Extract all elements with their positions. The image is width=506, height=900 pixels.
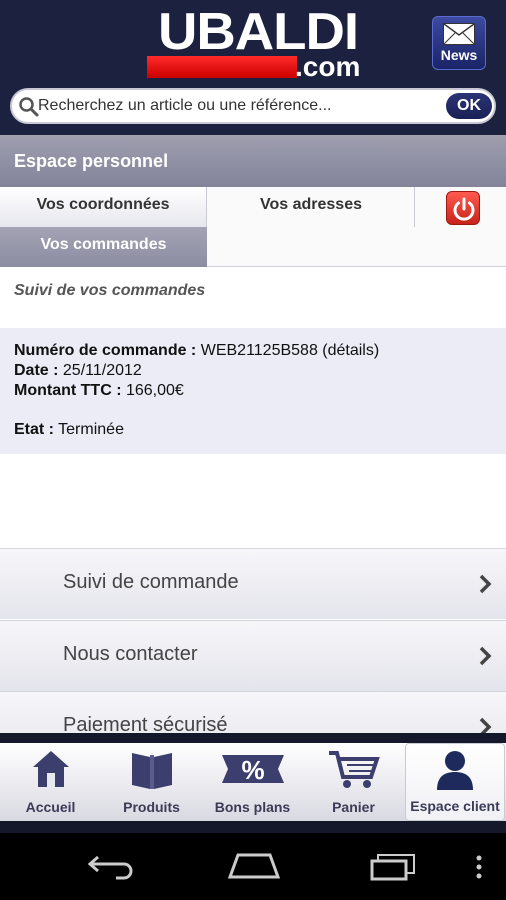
order-amount-value: 166,00€ <box>125 382 184 399</box>
ubaldi-logo[interactable]: UBALDI .com <box>145 6 371 82</box>
overflow-menu-icon[interactable] <box>474 855 484 881</box>
logo-red-bar <box>147 56 297 78</box>
order-state-label: Etat : <box>14 421 54 438</box>
tab-adresses[interactable]: Vos adresses <box>208 187 415 227</box>
menu-item-suivi-commande[interactable]: Suivi de commande <box>0 548 506 619</box>
menu-item-label: Nous contacter <box>63 643 198 665</box>
order-amount-label: Montant TTC : <box>14 382 122 399</box>
system-nav-bar <box>0 833 506 900</box>
tabbar-label: Bons plans <box>214 799 291 815</box>
order-state-row: Etat : Terminée <box>14 421 124 439</box>
book-icon <box>131 753 172 789</box>
logout-button[interactable] <box>446 191 480 225</box>
tabbar-label: Panier <box>332 799 375 815</box>
search-ok-button[interactable]: OK <box>446 93 492 119</box>
tab-bar-inner: Accueil Produits % Bons plans Panier Esp… <box>0 743 506 821</box>
tabbar-item-produits[interactable]: Produits <box>101 743 202 821</box>
order-amount-row: Montant TTC : 166,00€ <box>14 382 184 400</box>
order-state-value: Terminée <box>58 421 124 438</box>
home-icon <box>32 751 69 787</box>
svg-text:%: % <box>241 755 264 785</box>
search-icon <box>19 97 39 117</box>
search-input[interactable] <box>38 93 438 119</box>
tabbar-label: Produits <box>123 799 180 815</box>
order-number-link[interactable]: WEB21125B588 (détails) <box>201 342 379 359</box>
orders-heading: Suivi de vos commandes <box>14 282 206 299</box>
bottom-tab-bar: Accueil Produits % Bons plans Panier Esp… <box>0 733 506 833</box>
chevron-right-icon <box>479 646 492 666</box>
cart-icon <box>328 751 380 788</box>
percent-icon: % <box>221 755 284 785</box>
order-date-row: Date : 25/11/2012 <box>14 362 142 380</box>
order-date-label: Date : <box>14 362 59 379</box>
logo-text: UBALDI <box>158 3 359 61</box>
order-date-value: 25/11/2012 <box>62 362 142 379</box>
logo-suffix: .com <box>295 51 361 82</box>
tab-coordonnees[interactable]: Vos coordonnées <box>0 187 207 227</box>
home-nav-icon[interactable] <box>226 851 282 881</box>
tabbar-label: Espace client <box>410 798 500 814</box>
page-title: Espace personnel <box>0 135 506 187</box>
chevron-right-icon <box>479 574 492 594</box>
tabbar-item-panier[interactable]: Panier <box>303 743 404 821</box>
back-icon[interactable] <box>86 851 138 881</box>
tabbar-label: Accueil <box>25 799 76 815</box>
envelope-icon <box>443 23 475 45</box>
tabbar-item-accueil[interactable]: Accueil <box>0 743 101 821</box>
order-card: Numéro de commande : WEB21125B588 (détai… <box>0 328 506 454</box>
tabbar-item-bons-plans[interactable]: % Bons plans <box>202 743 303 821</box>
tab-commandes[interactable]: Vos commandes <box>0 227 207 267</box>
search-bar: OK <box>10 88 496 124</box>
account-tabs: Vos coordonnées Vos adresses Vos command… <box>0 187 506 267</box>
user-icon <box>437 751 473 790</box>
news-label: News <box>440 47 478 63</box>
power-icon <box>453 197 475 221</box>
tabbar-item-espace-client[interactable]: Espace client <box>405 743 505 821</box>
menu-item-label: Suivi de commande <box>63 571 239 593</box>
app-header: UBALDI .com News OK <box>0 0 506 135</box>
news-button[interactable]: News <box>432 16 486 70</box>
order-number-row: Numéro de commande : WEB21125B588 (détai… <box>14 342 379 360</box>
order-number-label: Numéro de commande : <box>14 342 197 359</box>
recent-apps-icon[interactable] <box>368 851 420 881</box>
menu-item-nous-contacter[interactable]: Nous contacter <box>0 620 506 691</box>
